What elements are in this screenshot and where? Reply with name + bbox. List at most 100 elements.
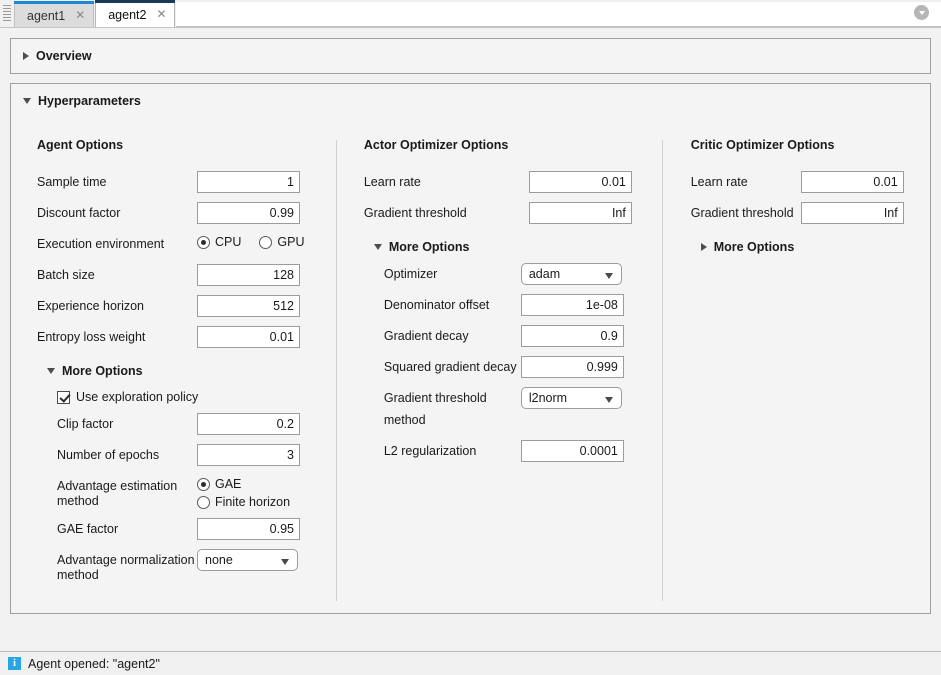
squared-gradient-decay-label: Squared gradient decay: [384, 356, 521, 378]
chevron-down-icon: [605, 397, 613, 403]
advantage-normalization-method-label: Advantage normalization method: [57, 549, 197, 583]
hyperparameters-panel-title: Hyperparameters: [38, 94, 141, 108]
actor-more-options-toggle[interactable]: More Options: [364, 240, 658, 254]
tab-accent-bar: [14, 1, 94, 4]
close-icon[interactable]: ✕: [74, 10, 86, 22]
agent-more-options-toggle[interactable]: More Options: [37, 364, 332, 378]
chevron-down-circle-icon[interactable]: [914, 5, 929, 20]
number-of-epochs-input[interactable]: [197, 444, 300, 466]
radio-finite-horizon-label: Finite horizon: [215, 495, 290, 509]
gae-factor-label: GAE factor: [57, 518, 197, 540]
advantage-estimation-radio-group: GAE Finite horizon: [197, 475, 290, 509]
tab-agent2[interactable]: agent2 ✕: [95, 2, 175, 27]
agent-more-options-label: More Options: [62, 364, 143, 378]
use-exploration-policy-checkbox[interactable]: [57, 391, 70, 404]
critic-learn-rate-label: Learn rate: [691, 171, 801, 193]
critic-gradient-threshold-label: Gradient threshold: [691, 202, 801, 224]
hyperparameters-panel-header[interactable]: Hyperparameters: [11, 84, 930, 118]
sample-time-input[interactable]: [197, 171, 300, 193]
discount-factor-row: Discount factor: [37, 202, 332, 224]
tab-agent1[interactable]: agent1 ✕: [14, 3, 94, 27]
use-exploration-policy-row: Use exploration policy: [37, 390, 332, 404]
tab-bar-drag-handle[interactable]: [0, 0, 14, 27]
tab-accent-bar: [95, 0, 175, 3]
radio-gpu-label: GPU: [277, 235, 304, 249]
chevron-down-icon: [605, 273, 613, 279]
l2-regularization-input[interactable]: [521, 440, 624, 462]
actor-optimizer-options-column: Actor Optimizer Options Learn rate Gradi…: [336, 118, 662, 607]
radio-gpu[interactable]: GPU: [259, 235, 304, 249]
overview-panel: Overview: [10, 38, 931, 74]
status-bar: i Agent opened: "agent2": [0, 651, 941, 675]
overview-panel-header[interactable]: Overview: [11, 39, 930, 73]
clip-factor-row: Clip factor: [37, 413, 332, 435]
radio-gpu-dot: [259, 236, 272, 249]
actor-optimizer-options-title: Actor Optimizer Options: [364, 138, 658, 162]
experience-horizon-row: Experience horizon: [37, 295, 332, 317]
denominator-offset-input[interactable]: [521, 294, 624, 316]
advantage-estimation-method-row: Advantage estimation method GAE Finite h…: [37, 475, 332, 509]
actor-optimizer-label: Optimizer: [384, 263, 521, 285]
radio-gae[interactable]: GAE: [197, 477, 290, 491]
status-message: Agent opened: "agent2": [28, 657, 160, 671]
batch-size-row: Batch size: [37, 264, 332, 286]
experience-horizon-input[interactable]: [197, 295, 300, 317]
tab-agent2-label: agent2: [108, 8, 146, 22]
gae-factor-input[interactable]: [197, 518, 300, 540]
critic-learn-rate-input[interactable]: [801, 171, 904, 193]
radio-cpu[interactable]: CPU: [197, 235, 241, 249]
agent-options-title: Agent Options: [37, 138, 332, 162]
gradient-decay-label: Gradient decay: [384, 325, 521, 347]
chevron-down-icon: [374, 244, 382, 250]
advantage-normalization-method-row: Advantage normalization method none: [37, 549, 332, 583]
advantage-estimation-method-label: Advantage estimation method: [57, 475, 197, 509]
entropy-loss-weight-input[interactable]: [197, 326, 300, 348]
radio-cpu-label: CPU: [215, 235, 241, 249]
actor-more-options-label: More Options: [389, 240, 470, 254]
clip-factor-input[interactable]: [197, 413, 300, 435]
clip-factor-label: Clip factor: [57, 413, 197, 435]
close-icon[interactable]: ✕: [155, 9, 167, 21]
content-area: Overview Hyperparameters Agent Options S…: [0, 28, 941, 648]
entropy-loss-weight-label: Entropy loss weight: [37, 326, 197, 348]
actor-gradient-threshold-label: Gradient threshold: [364, 202, 529, 224]
radio-gae-dot: [197, 478, 210, 491]
critic-more-options-label: More Options: [714, 240, 795, 254]
actor-gradient-threshold-input[interactable]: [529, 202, 632, 224]
info-icon: i: [8, 657, 21, 670]
actor-optimizer-dropdown[interactable]: adam: [521, 263, 622, 285]
chevron-down-glyph: [919, 11, 925, 15]
tab-agent1-label: agent1: [27, 9, 65, 23]
hyperparameters-columns: Agent Options Sample time Discount facto…: [11, 118, 930, 613]
advantage-normalization-method-dropdown[interactable]: none: [197, 549, 298, 571]
experience-horizon-label: Experience horizon: [37, 295, 197, 317]
gradient-threshold-method-row: Gradient threshold method l2norm: [364, 387, 658, 431]
gradient-threshold-method-label: Gradient threshold method: [384, 387, 521, 431]
discount-factor-label: Discount factor: [37, 202, 197, 224]
number-of-epochs-label: Number of epochs: [57, 444, 197, 466]
critic-optimizer-options-column: Critic Optimizer Options Learn rate Grad…: [662, 118, 930, 607]
chevron-right-icon: [23, 52, 29, 60]
critic-more-options-toggle[interactable]: More Options: [691, 240, 926, 254]
squared-gradient-decay-input[interactable]: [521, 356, 624, 378]
radio-finite-horizon[interactable]: Finite horizon: [197, 495, 290, 509]
discount-factor-input[interactable]: [197, 202, 300, 224]
l2-regularization-label: L2 regularization: [384, 440, 521, 462]
gradient-threshold-method-dropdown[interactable]: l2norm: [521, 387, 622, 409]
execution-environment-label: Execution environment: [37, 233, 197, 255]
denominator-offset-row: Denominator offset: [364, 294, 658, 316]
gradient-decay-row: Gradient decay: [364, 325, 658, 347]
chevron-down-icon: [47, 368, 55, 374]
batch-size-input[interactable]: [197, 264, 300, 286]
actor-optimizer-value: adam: [529, 267, 560, 281]
chevron-right-icon: [701, 243, 707, 251]
entropy-loss-weight-row: Entropy loss weight: [37, 326, 332, 348]
critic-gradient-threshold-input[interactable]: [801, 202, 904, 224]
execution-environment-row: Execution environment CPU GPU: [37, 233, 332, 255]
gradient-decay-input[interactable]: [521, 325, 624, 347]
actor-learn-rate-input[interactable]: [529, 171, 632, 193]
critic-learn-rate-row: Learn rate: [691, 171, 926, 193]
sample-time-label: Sample time: [37, 171, 197, 193]
critic-gradient-threshold-row: Gradient threshold: [691, 202, 926, 224]
radio-cpu-dot: [197, 236, 210, 249]
